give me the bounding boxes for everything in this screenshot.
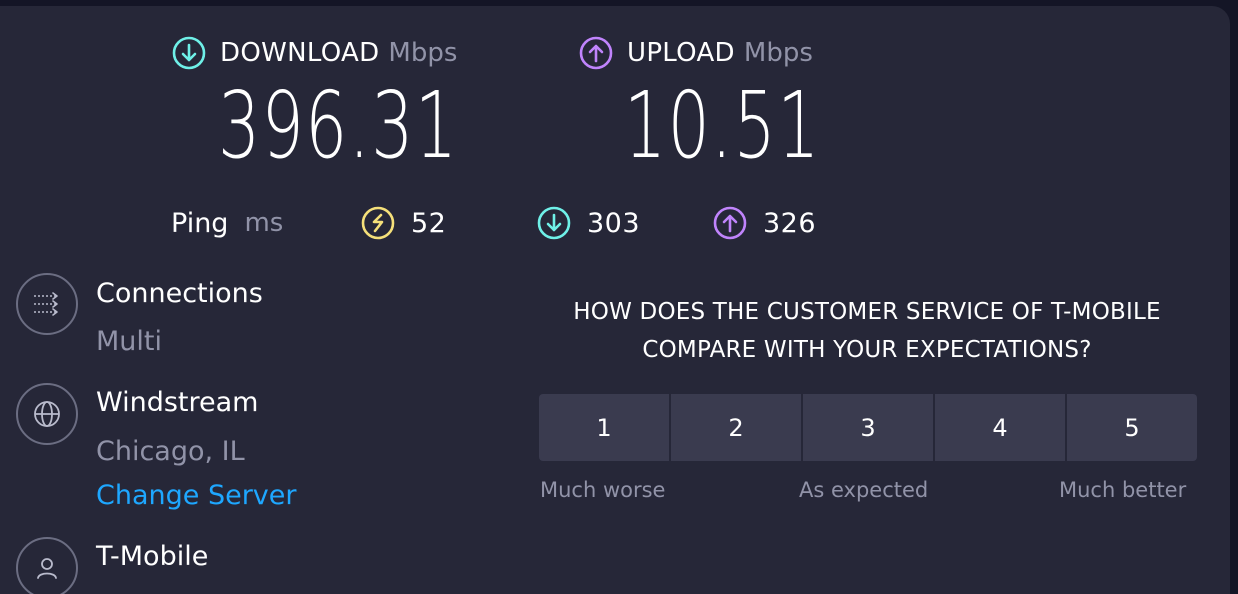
provider-name: T-Mobile — [96, 541, 209, 572]
connections-icon — [16, 273, 78, 335]
ping-upload: 326 — [713, 203, 816, 243]
ping-idle: 52 — [361, 203, 446, 243]
ping-idle-value: 52 — [411, 207, 447, 239]
ping-label: Ping — [171, 207, 229, 239]
rating-button-1[interactable]: 1 — [539, 394, 669, 461]
download-label: DOWNLOAD — [220, 38, 380, 68]
user-icon — [16, 537, 78, 594]
arrow-up-circle-icon — [713, 206, 747, 240]
scale-mid-label: As expected — [799, 478, 929, 502]
download-speed-value: 396.31 — [218, 72, 459, 179]
ping-unit: ms — [244, 208, 284, 238]
rating-button-2[interactable]: 2 — [671, 394, 801, 461]
change-server-link[interactable]: Change Server — [96, 480, 297, 511]
survey-question-line2: COMPARE WITH YOUR EXPECTATIONS? — [642, 337, 1092, 363]
survey-question: HOW DOES THE CUSTOMER SERVICE OF T-MOBIL… — [540, 293, 1194, 369]
scale-low-label: Much worse — [540, 478, 666, 502]
ping-row: Ping ms — [171, 203, 283, 243]
rating-button-3[interactable]: 3 — [803, 394, 933, 461]
ping-download: 303 — [537, 203, 640, 243]
ping-idle-icon — [361, 206, 395, 240]
survey-question-line1: HOW DOES THE CUSTOMER SERVICE OF T-MOBIL… — [573, 299, 1161, 325]
globe-icon — [16, 383, 78, 445]
results-panel: DOWNLOAD Mbps 396.31 UPLOAD Mbps 10.51 P… — [0, 6, 1230, 594]
connections-title: Connections — [96, 278, 263, 309]
upload-speed-value: 10.51 — [624, 72, 821, 179]
upload-unit: Mbps — [743, 38, 813, 68]
scale-high-label: Much better — [1059, 478, 1187, 502]
upload-header: UPLOAD Mbps — [579, 33, 813, 73]
connections-value: Multi — [96, 326, 162, 357]
upload-label: UPLOAD — [627, 38, 735, 68]
arrow-down-circle-icon — [172, 36, 206, 70]
arrow-down-circle-icon — [537, 206, 571, 240]
rating-button-5[interactable]: 5 — [1067, 394, 1197, 461]
download-header: DOWNLOAD Mbps — [172, 33, 457, 73]
download-unit: Mbps — [388, 38, 458, 68]
server-location: Chicago, IL — [96, 436, 245, 467]
server-name: Windstream — [96, 387, 259, 418]
ping-download-value: 303 — [587, 207, 641, 239]
arrow-up-circle-icon — [579, 36, 613, 70]
rating-scale: 1 2 3 4 5 — [539, 394, 1197, 461]
ping-upload-value: 326 — [763, 207, 817, 239]
rating-button-4[interactable]: 4 — [935, 394, 1065, 461]
